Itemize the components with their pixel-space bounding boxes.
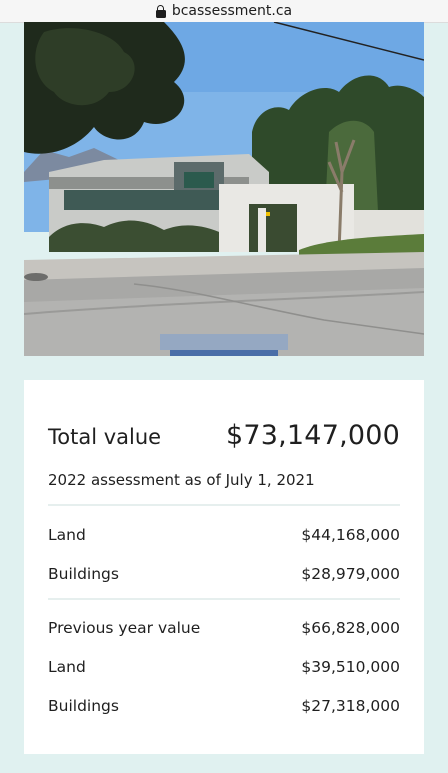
current-buildings-label: Buildings: [48, 565, 119, 583]
address-bar[interactable]: bcassessment.ca: [0, 0, 448, 23]
current-land-row: Land $44,168,000: [48, 526, 400, 544]
current-buildings-row: Buildings $28,979,000: [48, 565, 400, 583]
previous-land-label: Land: [48, 658, 86, 676]
assessment-date-note: 2022 assessment as of July 1, 2021: [48, 471, 315, 489]
current-land-label: Land: [48, 526, 86, 544]
total-value-label: Total value: [48, 425, 162, 449]
divider: [48, 598, 400, 600]
total-value-row: Total value $73,147,000: [48, 420, 400, 451]
property-photo: [24, 22, 424, 356]
previous-buildings-value: $27,318,000: [301, 697, 400, 715]
previous-year-value: $66,828,000: [301, 619, 400, 637]
current-land-value: $44,168,000: [301, 526, 400, 544]
previous-year-row: Previous year value $66,828,000: [48, 619, 400, 637]
previous-land-row: Land $39,510,000: [48, 658, 400, 676]
url-text: bcassessment.ca: [171, 3, 293, 19]
divider: [48, 504, 400, 506]
total-value-amount: $73,147,000: [226, 420, 400, 451]
previous-land-value: $39,510,000: [301, 658, 400, 676]
current-buildings-value: $28,979,000: [301, 565, 400, 583]
previous-buildings-label: Buildings: [48, 697, 119, 715]
lock-icon: [155, 4, 166, 18]
previous-year-label: Previous year value: [48, 619, 201, 637]
assessment-card: Total value $73,147,000 2022 assessment …: [24, 380, 424, 754]
previous-buildings-row: Buildings $27,318,000: [48, 697, 400, 715]
